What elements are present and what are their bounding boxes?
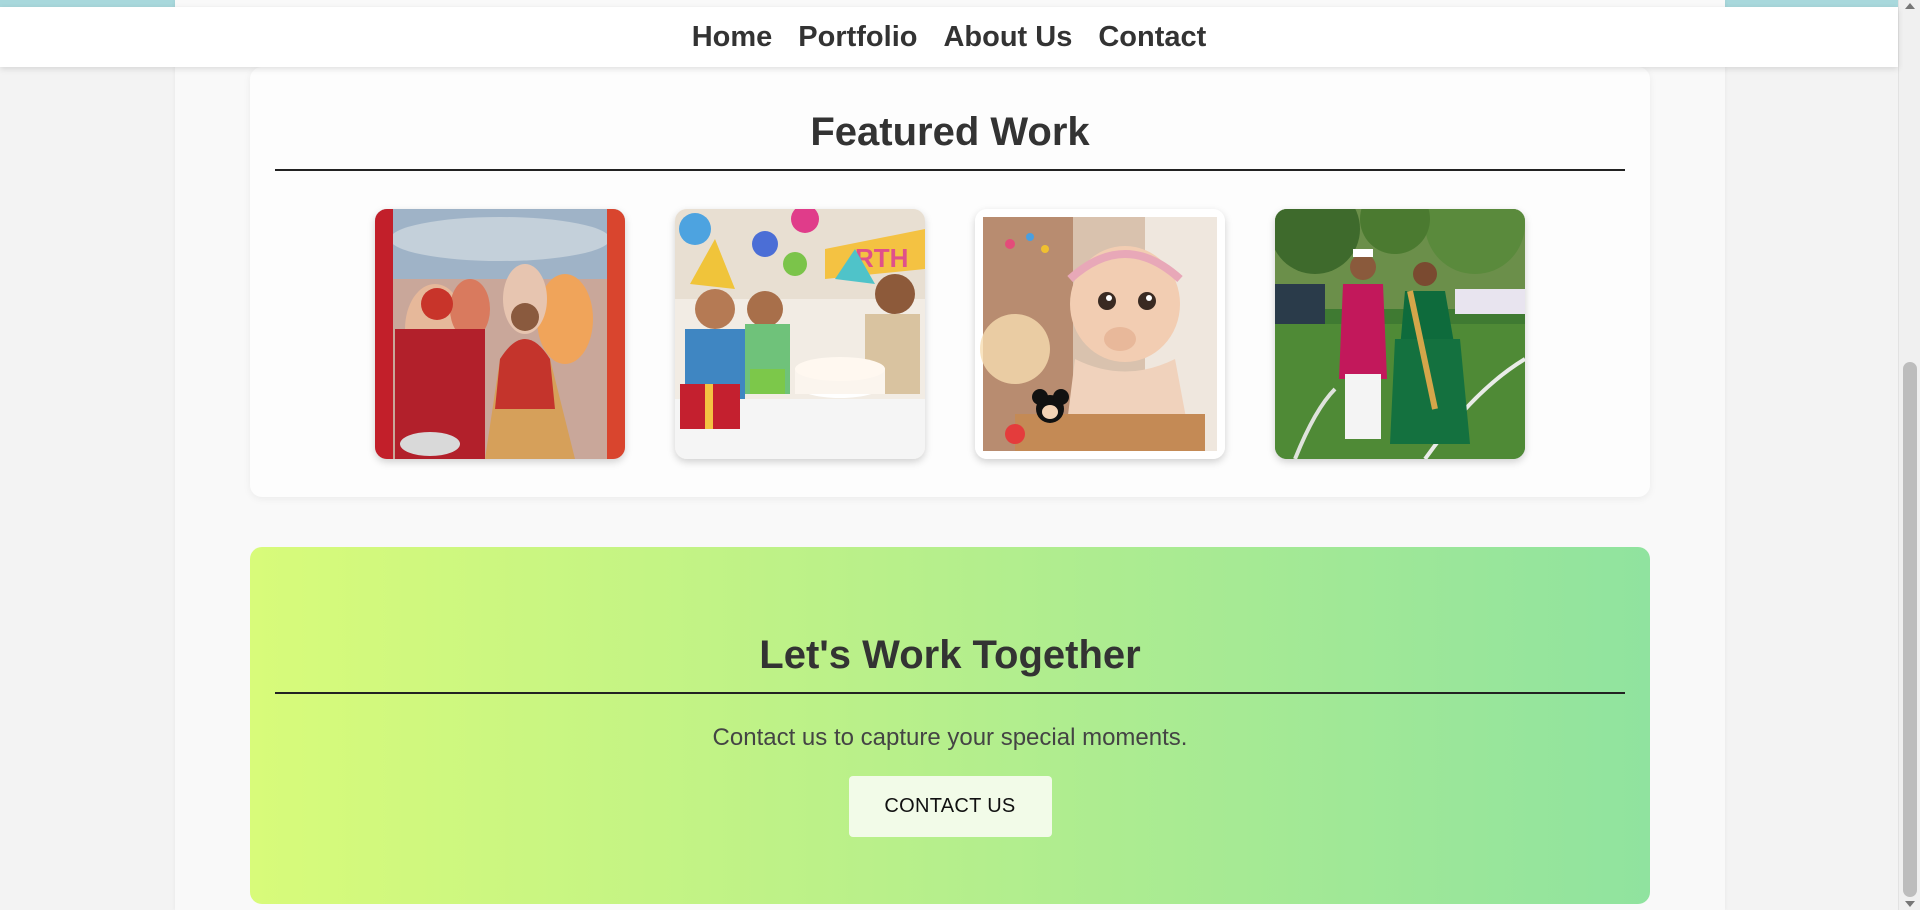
vertical-scrollbar[interactable] [1898, 0, 1920, 910]
cta-title-divider [275, 692, 1625, 694]
scrollbar-thumb[interactable] [1903, 362, 1917, 897]
scroll-down-icon[interactable] [1905, 901, 1915, 907]
baby-portrait-photo[interactable] [975, 209, 1225, 459]
nav-about-link[interactable]: About Us [943, 21, 1072, 54]
featured-work-title: Featured Work [810, 110, 1090, 154]
cta-description: Contact us to capture your special momen… [712, 724, 1188, 751]
birthday-party-photo[interactable]: RTH [675, 209, 925, 459]
main-navbar: Home Portfolio About Us Contact [0, 7, 1898, 67]
featured-title-divider [275, 169, 1625, 171]
featured-gallery: RTH [250, 209, 1650, 459]
nav-portfolio-link[interactable]: Portfolio [798, 21, 917, 54]
nav-home-link[interactable]: Home [692, 21, 773, 54]
baby-photo-image [975, 209, 1225, 459]
work-together-title: Let's Work Together [759, 633, 1141, 677]
scroll-up-icon[interactable] [1905, 3, 1915, 9]
wedding-photo-image [375, 209, 625, 459]
wedding-celebration-photo[interactable] [375, 209, 625, 459]
birthday-photo-image: RTH [675, 209, 925, 459]
nav-contact-link[interactable]: Contact [1098, 21, 1206, 54]
work-together-section: Let's Work Together Contact us to captur… [250, 547, 1650, 904]
featured-work-section: Featured Work RTH [250, 67, 1650, 497]
contact-us-button[interactable]: CONTACT US [848, 776, 1052, 837]
couple-photo-image [1275, 209, 1525, 459]
couple-outdoor-photo[interactable] [1275, 209, 1525, 459]
